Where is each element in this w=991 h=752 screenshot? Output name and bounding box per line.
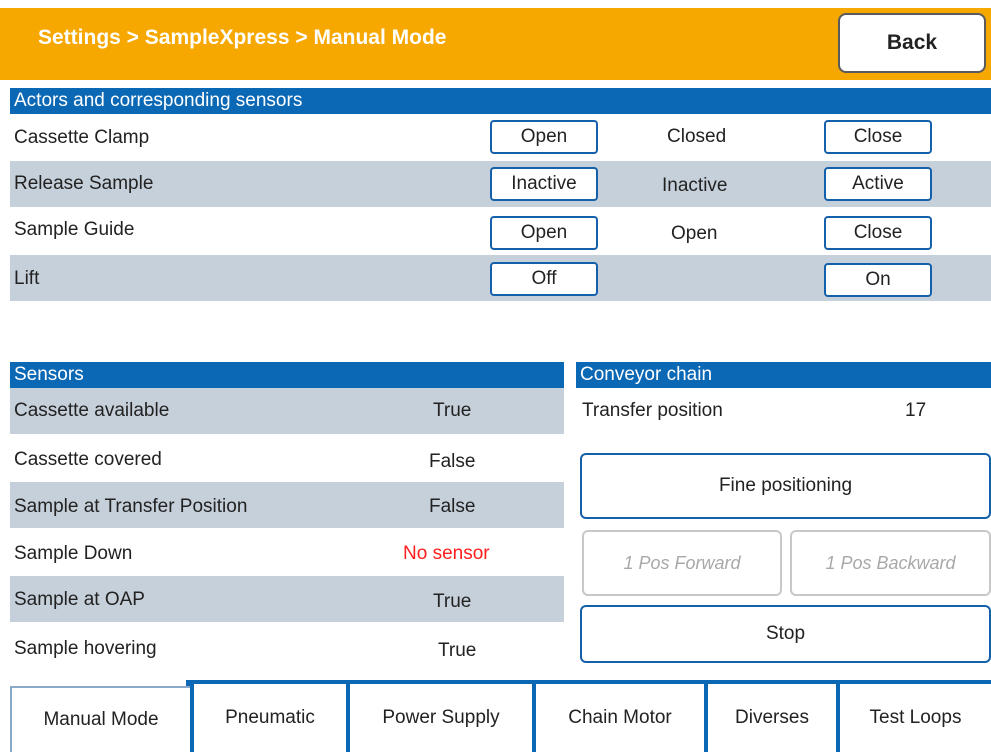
lift-off-button[interactable]: Off — [490, 262, 598, 296]
sensor-row: Cassette covered False — [10, 435, 564, 481]
tab-pneumatic[interactable]: Pneumatic — [190, 684, 346, 752]
actor-status: Inactive — [662, 175, 728, 196]
sensor-label: Cassette covered — [14, 449, 162, 470]
sensor-row: Sample at OAP True — [10, 576, 564, 622]
cassette-clamp-close-button[interactable]: Close — [824, 120, 932, 154]
actor-label: Release Sample — [14, 173, 154, 194]
release-sample-active-button[interactable]: Active — [824, 167, 932, 201]
breadcrumb: Settings > SampleXpress > Manual Mode — [38, 26, 447, 49]
sensor-row: Sample at Transfer Position False — [10, 482, 564, 528]
lift-on-button[interactable]: On — [824, 263, 932, 297]
actor-row-cassette-clamp: Cassette Clamp Open Closed Close — [10, 114, 991, 160]
pos-backward-button[interactable]: 1 Pos Backward — [790, 530, 991, 596]
sample-guide-open-button[interactable]: Open — [490, 216, 598, 250]
conveyor-section-header: Conveyor chain — [576, 362, 991, 388]
sensor-label: Sample at OAP — [14, 589, 145, 610]
actors-section-header: Actors and corresponding sensors — [10, 88, 991, 114]
sensor-label: Sample hovering — [14, 638, 157, 659]
sensor-value: True — [438, 640, 477, 661]
tab-chain-motor[interactable]: Chain Motor — [532, 684, 704, 752]
back-button[interactable]: Back — [838, 13, 986, 73]
transfer-position-value: 17 — [905, 400, 927, 421]
actor-row-sample-guide: Sample Guide Open Open Close — [10, 208, 991, 254]
sensor-value: True — [433, 400, 472, 421]
sensor-value: False — [429, 451, 476, 472]
sensor-value: True — [433, 591, 472, 612]
tab-test-loops[interactable]: Test Loops — [836, 684, 991, 752]
sample-guide-close-button[interactable]: Close — [824, 216, 932, 250]
sensor-value-warning: No sensor — [403, 543, 490, 564]
pos-forward-button[interactable]: 1 Pos Forward — [582, 530, 782, 596]
sensor-label: Sample at Transfer Position — [14, 496, 248, 517]
sensor-row: Sample Down No sensor — [10, 529, 564, 575]
tab-diverses[interactable]: Diverses — [704, 684, 836, 752]
sensor-row: Cassette available True — [10, 388, 564, 434]
actor-row-release-sample: Release Sample Inactive Inactive Active — [10, 161, 991, 207]
sensors-section-header: Sensors — [10, 362, 564, 388]
tab-manual-mode[interactable]: Manual Mode — [10, 686, 190, 752]
actor-status: Closed — [667, 126, 727, 147]
actor-label: Sample Guide — [14, 219, 135, 240]
sensor-value: False — [429, 496, 476, 517]
release-sample-inactive-button[interactable]: Inactive — [490, 167, 598, 201]
stop-button[interactable]: Stop — [580, 605, 991, 663]
actor-status: Open — [671, 223, 718, 244]
actor-row-lift: Lift Off On — [10, 255, 991, 301]
sensor-label: Sample Down — [14, 543, 133, 564]
sensor-row: Sample hovering True — [10, 623, 564, 669]
transfer-position-label: Transfer position — [582, 400, 723, 421]
cassette-clamp-open-button[interactable]: Open — [490, 120, 598, 154]
actor-label: Lift — [14, 268, 40, 289]
fine-positioning-button[interactable]: Fine positioning — [580, 453, 991, 519]
tab-power-supply[interactable]: Power Supply — [346, 684, 532, 752]
sensor-label: Cassette available — [14, 400, 170, 421]
actor-label: Cassette Clamp — [14, 127, 150, 148]
